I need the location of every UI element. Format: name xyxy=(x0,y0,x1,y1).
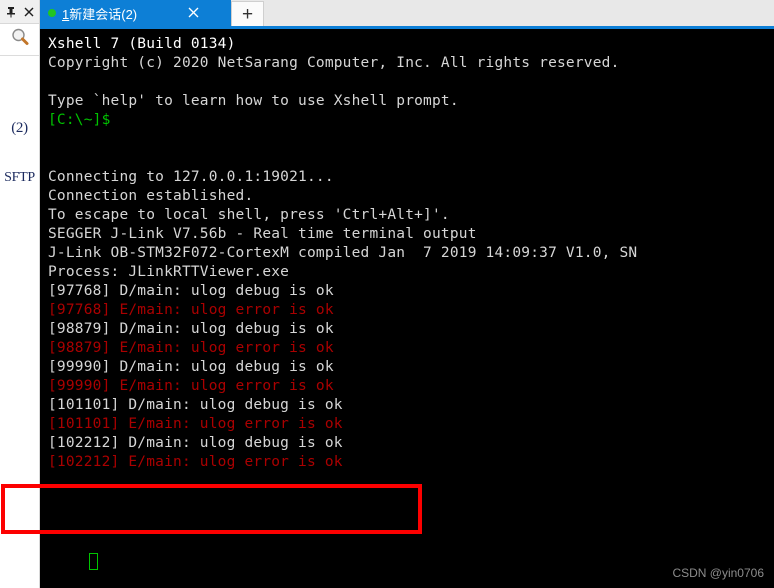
new-tab-button[interactable]: + xyxy=(231,1,264,26)
close-icon[interactable] xyxy=(22,5,36,19)
terminal-output-area[interactable]: Xshell 7 (Build 0134) Copyright (c) 2020 … xyxy=(40,29,774,588)
connection-status-dot xyxy=(48,9,56,17)
sidebar-item-sftp[interactable]: SFTP xyxy=(0,170,39,186)
terminal-line: [102212] D/main: ulog debug is ok xyxy=(48,435,343,451)
left-panel-header xyxy=(0,0,39,24)
tab-bar: 1新建会话(2) + xyxy=(40,0,774,26)
terminal-line: [97768] E/main: ulog error is ok xyxy=(48,302,334,318)
sidebar-item-sessions[interactable]: (2) xyxy=(0,120,39,137)
tab-session-1-label: 1新建会话(2) xyxy=(62,4,137,23)
terminal-line: Type `help' to learn how to use Xshell p… xyxy=(48,93,459,109)
tab-title: 新建会话 xyxy=(69,6,122,22)
terminal-lines: Xshell 7 (Build 0134) Copyright (c) 2020 … xyxy=(48,35,774,472)
new-tab-label: + xyxy=(241,3,254,25)
search-row[interactable] xyxy=(0,24,39,56)
tab-session-1[interactable]: 1新建会话(2) xyxy=(40,0,231,26)
terminal-line: To escape to local shell, press 'Ctrl+Al… xyxy=(48,207,450,223)
xshell-window: (2) SFTP 1新建会话(2) + Xshell 7 (Build 0134… xyxy=(0,0,774,588)
terminal-line: [102212] E/main: ulog error is ok xyxy=(48,454,343,470)
sidebar-item-sftp-label: SFTP xyxy=(4,170,35,185)
terminal-line: Xshell 7 (Build 0134) xyxy=(48,36,236,52)
left-side-panel: (2) SFTP xyxy=(0,0,40,588)
pin-icon[interactable] xyxy=(4,5,18,19)
terminal-line: [C:\~]$ xyxy=(48,112,111,128)
terminal-line: Connecting to 127.0.0.1:19021... xyxy=(48,169,334,185)
sidebar-item-sessions-label: (2) xyxy=(11,120,28,136)
terminal-line: [97768] D/main: ulog debug is ok xyxy=(48,283,334,299)
tab-count: (2) xyxy=(121,6,138,22)
terminal-line: Connection established. xyxy=(48,188,254,204)
terminal-line: [98879] E/main: ulog error is ok xyxy=(48,340,334,356)
tab-bar-underline xyxy=(40,26,774,29)
terminal-line: [98879] D/main: ulog debug is ok xyxy=(48,321,334,337)
terminal-line: J-Link OB-STM32F072-CortexM compiled Jan… xyxy=(48,245,638,261)
terminal-line: [99990] D/main: ulog debug is ok xyxy=(48,359,334,375)
terminal-line: [101101] D/main: ulog debug is ok xyxy=(48,397,343,413)
terminal-line: SEGGER J-Link V7.56b - Real time termina… xyxy=(48,226,477,242)
terminal-line: [101101] E/main: ulog error is ok xyxy=(48,416,343,432)
terminal-line: Process: JLinkRTTViewer.exe xyxy=(48,264,290,280)
tab-close-icon[interactable] xyxy=(185,5,201,21)
search-icon[interactable] xyxy=(10,27,30,52)
terminal-cursor xyxy=(89,553,98,570)
terminal-line: [99990] E/main: ulog error is ok xyxy=(48,378,334,394)
terminal-line: Copyright (c) 2020 NetSarang Computer, I… xyxy=(48,55,620,71)
watermark: CSDN @yin0706 xyxy=(672,566,764,580)
